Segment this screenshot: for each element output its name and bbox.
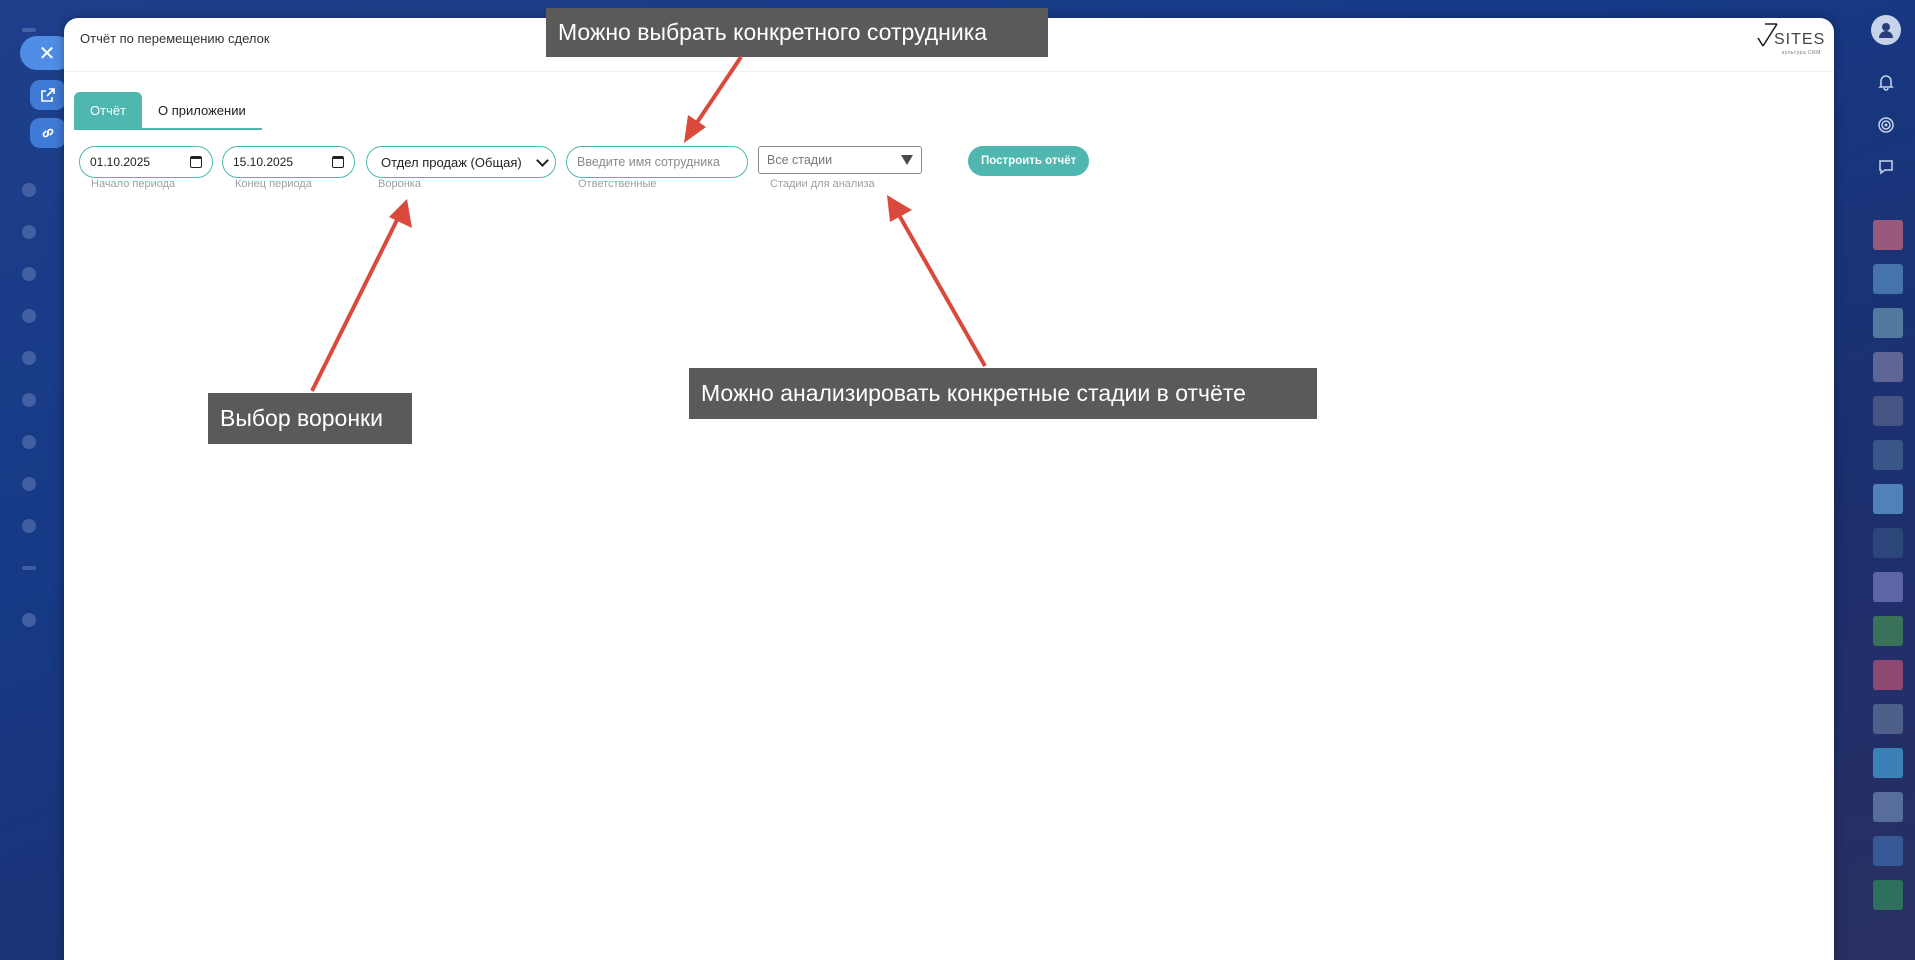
rail-app-tile[interactable] — [1873, 484, 1903, 514]
bg-menu-row — [22, 306, 66, 326]
chat-button[interactable] — [1871, 152, 1901, 182]
tab-about-app[interactable]: О приложении — [142, 92, 262, 128]
rail-app-tile[interactable] — [1873, 792, 1903, 822]
triangle-down-icon — [901, 155, 913, 165]
target-icon — [1878, 117, 1894, 133]
stages-selected-value: Все стадии — [767, 153, 833, 167]
bg-menu-row — [22, 610, 66, 630]
logo-text: SITES — [1774, 31, 1826, 48]
right-rail — [1865, 0, 1915, 960]
end-date-hint: Конец периода — [235, 178, 312, 190]
rail-app-tile[interactable] — [1873, 440, 1903, 470]
bg-menu-row — [22, 432, 66, 452]
bg-menu-row — [22, 516, 66, 536]
report-panel: Отчёт по перемещению сделок SITES культу… — [64, 18, 1834, 960]
bg-menu-row — [22, 348, 66, 368]
bg-menu-row — [22, 390, 66, 410]
bell-icon — [1878, 75, 1894, 91]
rail-app-tile[interactable] — [1873, 528, 1903, 558]
chevron-down-icon — [536, 153, 549, 167]
bg-menu-row — [22, 474, 66, 494]
user-avatar-button[interactable] — [1871, 15, 1901, 45]
rail-app-tile[interactable] — [1873, 748, 1903, 778]
rail-app-tile[interactable] — [1873, 308, 1903, 338]
goals-button[interactable] — [1871, 110, 1901, 140]
chat-icon — [1879, 160, 1893, 175]
user-avatar-icon — [1879, 23, 1893, 38]
rail-app-tile[interactable] — [1873, 880, 1903, 910]
tab-bar: Отчёт О приложении — [74, 92, 262, 130]
funnel-selected-value: Отдел продаж (Общая) — [381, 154, 522, 170]
notifications-button[interactable] — [1871, 67, 1901, 97]
logo-subtitle: культура CRM — [1782, 50, 1821, 56]
calendar-icon[interactable] — [190, 156, 202, 168]
callout-employee: Можно выбрать конкретного сотрудника — [546, 8, 1048, 57]
bg-menu-row — [22, 180, 66, 200]
open-in-new-window-button[interactable] — [30, 80, 66, 110]
rail-app-tile[interactable] — [1873, 836, 1903, 866]
7sites-logo: SITES культура CRM — [1754, 22, 1824, 62]
end-date-value: 15.10.2025 — [233, 155, 294, 169]
tab-report[interactable]: Отчёт — [74, 92, 143, 128]
rail-app-tile[interactable] — [1873, 352, 1903, 382]
bg-menu-row — [22, 264, 66, 284]
employee-placeholder: Введите имя сотрудника — [577, 155, 720, 169]
employee-hint: Ответственные — [578, 178, 657, 190]
rail-app-tile[interactable] — [1873, 616, 1903, 646]
close-icon: ✕ — [38, 42, 56, 65]
stages-multiselect[interactable]: Все стадии — [758, 146, 922, 174]
bg-menu-row — [22, 222, 66, 242]
rail-app-tile[interactable] — [1873, 660, 1903, 690]
panel-title: Отчёт по перемещению сделок — [80, 31, 270, 46]
rail-app-tile[interactable] — [1873, 220, 1903, 250]
rail-app-tile[interactable] — [1873, 704, 1903, 734]
rail-app-tile[interactable] — [1873, 572, 1903, 602]
callout-stages: Можно анализировать конкретные стадии в … — [689, 368, 1317, 419]
employee-search-input[interactable]: Введите имя сотрудника — [566, 146, 748, 178]
start-date-input[interactable]: 01.10.2025 — [79, 146, 213, 178]
rail-app-tile[interactable] — [1873, 264, 1903, 294]
callout-funnel: Выбор воронки — [208, 393, 412, 444]
funnel-select[interactable]: Отдел продаж (Общая) — [366, 146, 556, 178]
copy-link-button[interactable] — [30, 118, 66, 148]
rail-app-tile[interactable] — [1873, 396, 1903, 426]
build-report-button[interactable]: Построить отчёт — [968, 146, 1090, 176]
end-date-input[interactable]: 15.10.2025 — [222, 146, 355, 178]
start-date-value: 01.10.2025 — [90, 155, 151, 169]
link-icon — [42, 128, 54, 138]
funnel-hint: Воронка — [378, 178, 421, 190]
calendar-icon[interactable] — [332, 156, 344, 168]
external-link-icon — [41, 88, 55, 102]
bg-menu-row — [22, 558, 66, 578]
stages-hint: Стадии для анализа — [770, 178, 875, 190]
start-date-hint: Начало периода — [91, 178, 176, 190]
